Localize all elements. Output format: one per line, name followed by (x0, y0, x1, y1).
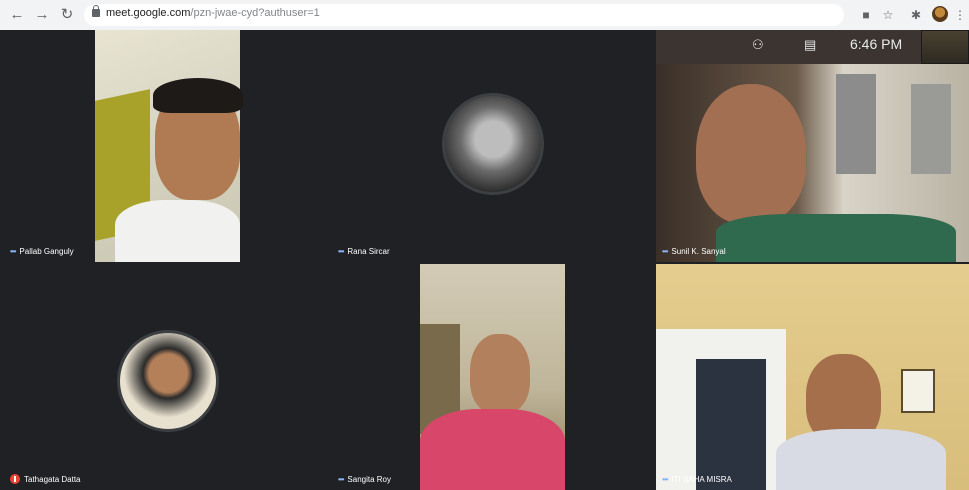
audio-level-icon: ••• (10, 247, 16, 256)
video-feed (656, 64, 969, 262)
meeting-clock: 6:46 PM (850, 36, 903, 52)
star-icon[interactable]: ☆ (880, 7, 896, 23)
participant-tile-iti[interactable]: ••• ITI SAHA MISRA (656, 264, 969, 490)
back-icon[interactable]: ← (8, 6, 26, 24)
participant-name: ••• ITI SAHA MISRA (662, 475, 732, 484)
participant-tile-tathagata[interactable]: Tathagata Datta (4, 264, 330, 490)
mic-off-icon (10, 474, 20, 484)
participant-avatar (442, 93, 544, 195)
participant-name: Tathagata Datta (10, 474, 80, 484)
address-bar[interactable]: meet.google.com/pzn-jwae-cyd?authuser=1 (84, 4, 844, 26)
participant-name: ••• Pallab Ganguly (10, 247, 74, 256)
audio-level-icon: ••• (338, 475, 344, 484)
video-feed (95, 30, 243, 262)
lock-icon (92, 5, 100, 17)
participant-tile-sangita[interactable]: ••• Sangita Roy (332, 264, 654, 490)
participant-avatar (117, 330, 219, 432)
participant-tile-pallab[interactable]: ••• Pallab Ganguly (4, 30, 330, 262)
participant-tile-rana[interactable]: ••• Rana Sircar (332, 30, 654, 262)
url-text: meet.google.com/pzn-jwae-cyd?authuser=1 (106, 7, 320, 19)
video-feed (420, 264, 565, 490)
chat-icon[interactable]: ▤ (804, 38, 820, 52)
browser-toolbar: ← → ↻ meet.google.com/pzn-jwae-cyd?authu… (0, 0, 969, 31)
participant-name: ••• Sangita Roy (338, 475, 391, 484)
extensions-icon[interactable]: ✱ (908, 7, 924, 23)
cast-icon[interactable]: ■ (858, 7, 874, 23)
forward-icon[interactable]: → (33, 6, 51, 24)
participant-tile-sunil[interactable]: ••• Sunil K. Sanyal (656, 30, 969, 262)
audio-level-icon: ••• (338, 247, 344, 256)
people-icon[interactable]: ⚇ (752, 38, 768, 52)
profile-avatar[interactable] (932, 6, 948, 22)
audio-level-icon: ••• (662, 475, 668, 484)
audio-level-icon: ••• (662, 247, 668, 256)
more-icon[interactable]: ⋮ (952, 7, 968, 23)
participant-name: ••• Rana Sircar (338, 247, 390, 256)
self-view-thumbnail[interactable] (921, 30, 969, 64)
participant-name: ••• Sunil K. Sanyal (662, 247, 726, 256)
reload-icon[interactable]: ↻ (58, 6, 76, 24)
video-feed (656, 264, 969, 490)
